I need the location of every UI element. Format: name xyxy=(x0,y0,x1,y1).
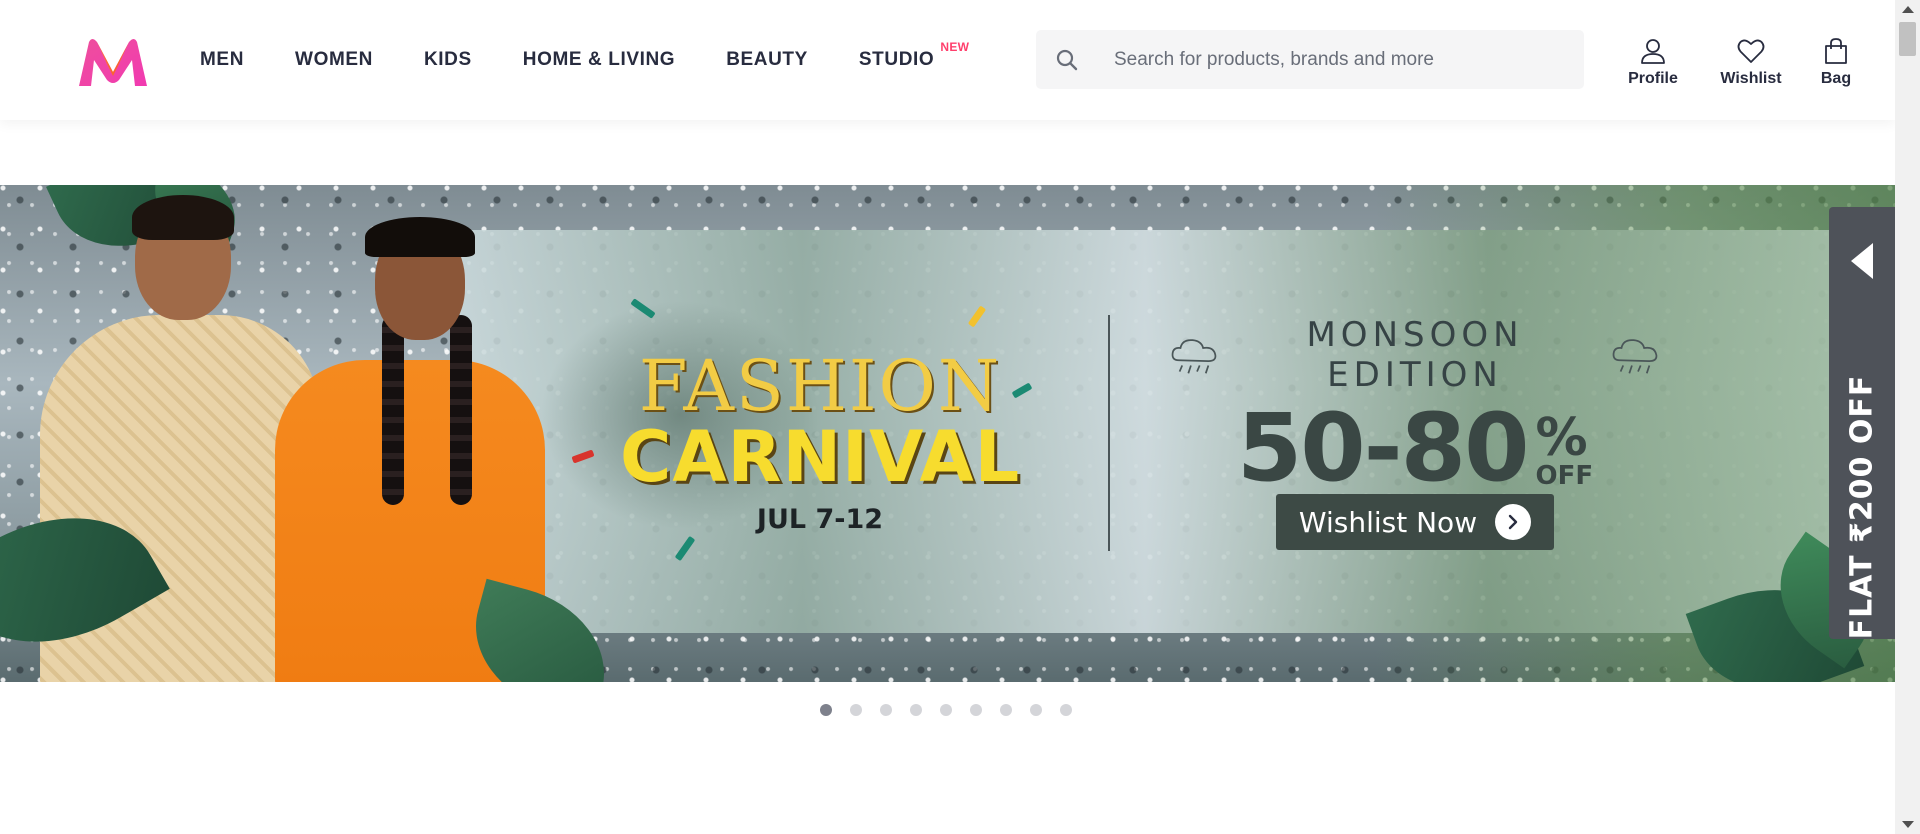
nav-women[interactable]: WOMEN xyxy=(295,49,373,71)
header-actions: Profile Wishlist Bag xyxy=(1618,34,1861,88)
profile-label: Profile xyxy=(1628,70,1678,87)
heart-icon xyxy=(1737,34,1765,68)
woman-braid xyxy=(382,315,404,505)
woman-braid xyxy=(450,315,472,505)
scroll-up-arrow-icon[interactable] xyxy=(1902,6,1914,13)
myntra-logo[interactable] xyxy=(75,36,151,88)
flat-offer-text: FLAT ₹200 OFF xyxy=(1844,374,1880,640)
carousel-dot-2[interactable] xyxy=(850,704,862,716)
woman-hair xyxy=(365,217,475,257)
carousel-dots xyxy=(820,704,1072,716)
nav-studio-label: STUDIO xyxy=(858,49,935,70)
nav-kids[interactable]: KIDS xyxy=(424,49,472,71)
nav-kids-label: KIDS xyxy=(423,49,472,70)
nav-home-living[interactable]: HOME & LIVING xyxy=(523,49,675,71)
scroll-down-arrow-icon[interactable] xyxy=(1902,821,1914,828)
carousel-dot-1[interactable] xyxy=(820,704,832,716)
nav-beauty-label: BEAUTY xyxy=(726,49,808,70)
profile-button[interactable]: Profile xyxy=(1618,34,1688,88)
wishlist-button[interactable]: Wishlist xyxy=(1711,34,1791,88)
discount-suffix: % OFF xyxy=(1535,408,1594,491)
off-label: OFF xyxy=(1535,461,1594,491)
headline-line2: CARNIVAL xyxy=(620,416,1021,498)
edition-row: MONSOON EDITION xyxy=(1170,315,1660,395)
page-scrollbar[interactable] xyxy=(1895,0,1920,834)
main-nav: MEN WOMEN KIDS HOME & LIVING BEAUTY STUD… xyxy=(200,0,985,120)
sale-dates: JUL 7-12 xyxy=(756,504,884,535)
carousel-dot-3[interactable] xyxy=(880,704,892,716)
monsoon-edition-text: MONSOON EDITION xyxy=(1306,315,1524,395)
carousel-dot-4[interactable] xyxy=(910,704,922,716)
fashion-carnival-headline: FASHION CARNIVAL JUL 7-12 xyxy=(620,350,1020,535)
rain-cloud-icon xyxy=(1612,339,1658,374)
user-icon xyxy=(1639,34,1667,68)
nav-women-label: WOMEN xyxy=(295,49,373,70)
nav-home-living-label: HOME & LIVING xyxy=(522,49,676,70)
nav-studio[interactable]: STUDIO NEW xyxy=(858,40,969,71)
wishlist-now-button[interactable]: Wishlist Now xyxy=(1276,494,1554,550)
nav-beauty[interactable]: BEAUTY xyxy=(726,49,808,71)
wishlist-label: Wishlist xyxy=(1720,70,1782,87)
carousel-dot-8[interactable] xyxy=(1030,704,1042,716)
discount-row: 50-80 % OFF xyxy=(1170,399,1660,499)
banner-divider xyxy=(1108,315,1110,551)
bag-icon xyxy=(1823,34,1849,68)
carousel-dot-6[interactable] xyxy=(970,704,982,716)
percent-sign: % xyxy=(1535,408,1588,468)
wishlist-now-label: Wishlist Now xyxy=(1298,505,1478,539)
bag-label: Bag xyxy=(1820,70,1852,87)
chevron-right-icon xyxy=(1495,504,1532,540)
bag-button[interactable]: Bag xyxy=(1811,34,1861,88)
search-bar xyxy=(1036,30,1584,89)
search-input[interactable] xyxy=(1098,30,1584,89)
nav-men-label: MEN xyxy=(200,49,245,70)
discount-range: 50-80 xyxy=(1236,394,1530,503)
man-hair xyxy=(132,195,234,240)
rain-cloud-icon xyxy=(1171,339,1217,374)
hero-banner[interactable]: FASHION CARNIVAL JUL 7-12 MONSOON EDITIO… xyxy=(0,185,1895,682)
nav-men[interactable]: MEN xyxy=(200,49,244,71)
caret-left-icon xyxy=(1851,243,1873,279)
scroll-thumb[interactable] xyxy=(1899,22,1916,56)
new-badge: NEW xyxy=(940,40,970,54)
carousel-dot-9[interactable] xyxy=(1060,704,1072,716)
headline-line1: FASHION xyxy=(638,345,1002,427)
search-icon[interactable] xyxy=(1036,30,1098,89)
carousel-dot-5[interactable] xyxy=(940,704,952,716)
flat-offer-side-tab[interactable]: FLAT ₹200 OFF xyxy=(1829,207,1895,639)
top-header: MEN WOMEN KIDS HOME & LIVING BEAUTY STUD… xyxy=(0,0,1895,120)
offer-block: MONSOON EDITION 50-80 % OFF xyxy=(1170,315,1660,499)
carousel-dot-7[interactable] xyxy=(1000,704,1012,716)
